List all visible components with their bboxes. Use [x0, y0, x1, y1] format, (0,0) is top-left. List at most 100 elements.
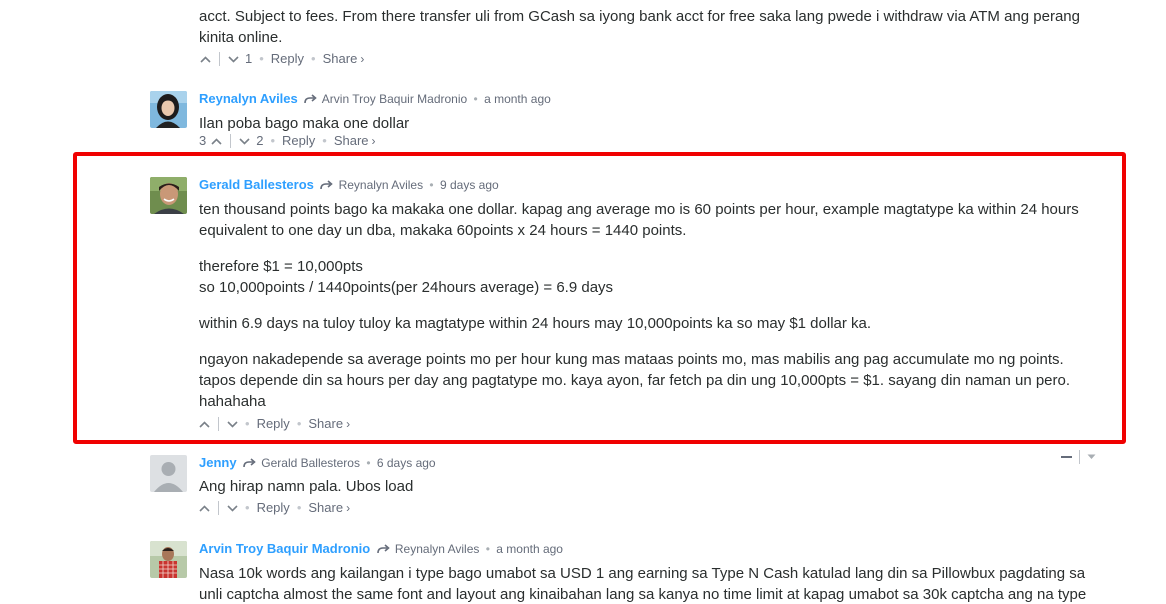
comment-message: Ilan poba bago maka one dollar — [199, 113, 1100, 134]
share-label: Share — [308, 416, 344, 431]
comment-header: Gerald Ballesteros Reynalyn Aviles • 9 d… — [199, 176, 1100, 194]
comment-paragraph: within 6.9 days na tuloy tuloy ka magtat… — [199, 315, 872, 332]
share-label: Share — [333, 133, 369, 148]
reply-link[interactable]: Reply — [257, 414, 290, 434]
comment-body: Gerald Ballesteros Reynalyn Aviles • 9 d… — [199, 176, 1100, 434]
share-label: Share — [322, 51, 358, 66]
comment-footer: 1 • Reply • Share › — [200, 49, 364, 69]
timestamp[interactable]: a month ago — [484, 92, 551, 106]
share-link[interactable]: Share › — [323, 49, 365, 69]
chevron-right-icon: › — [346, 417, 351, 431]
header-dot: • — [366, 456, 371, 470]
comment-text-line: acct. Subject to fees. From there transf… — [199, 8, 1080, 25]
footer-dot: • — [245, 416, 250, 431]
parent-author[interactable]: Reynalyn Aviles — [339, 178, 424, 192]
parent-author[interactable]: Gerald Ballesteros — [261, 456, 360, 470]
avatar[interactable] — [150, 91, 187, 128]
chevron-up-icon — [199, 420, 210, 428]
reply-arrow-icon — [304, 94, 317, 104]
comment-paragraph: Nasa 10k words ang kailangan i type bago… — [199, 565, 1087, 603]
upvote-button[interactable] — [199, 504, 210, 512]
parent-author[interactable]: Arvin Troy Baquir Madronio — [322, 92, 467, 106]
chevron-right-icon: › — [346, 501, 351, 515]
author-name[interactable]: Gerald Ballesteros — [199, 177, 314, 192]
downvote-button[interactable] — [227, 420, 238, 428]
menu-divider — [1079, 450, 1080, 464]
avatar[interactable] — [150, 177, 187, 214]
upvote-count: 3 — [199, 133, 207, 148]
chevron-down-icon — [227, 420, 238, 428]
comment-paragraph: Ilan poba bago maka one dollar — [199, 115, 410, 132]
author-name[interactable]: Jenny — [199, 455, 237, 470]
chevron-up-icon — [200, 55, 211, 63]
reply-arrow-icon — [320, 180, 333, 190]
comment-paragraph: therefore $1 = 10,000pts — [199, 258, 363, 275]
footer-dot: • — [322, 133, 327, 148]
chevron-up-icon — [199, 504, 210, 512]
avatar[interactable] — [150, 455, 187, 492]
comment-paragraph: so 10,000points / 1440points(per 24hours… — [199, 279, 614, 296]
vote-divider — [218, 501, 219, 515]
timestamp[interactable]: a month ago — [496, 542, 563, 556]
footer-dot: • — [296, 416, 302, 431]
comment-paragraph: Ang hirap namn pala. Ubos load — [199, 478, 414, 495]
downvote-button[interactable]: 1 — [228, 49, 252, 69]
reply-link[interactable]: Reply — [271, 49, 304, 69]
header-dot: • — [473, 92, 478, 106]
user-avatar-icon — [150, 541, 187, 578]
comment-message: ten thousand points bago ka makaka one d… — [199, 199, 1099, 412]
user-avatar-icon — [150, 177, 187, 214]
reply-arrow-icon — [376, 544, 390, 554]
chevron-down-icon — [227, 504, 238, 512]
comment-body: Jenny Gerald Ballesteros • 6 days ago An… — [199, 450, 1100, 518]
header-dot: • — [485, 542, 490, 556]
vote-divider — [218, 417, 219, 431]
comment-header: Reynalyn Aviles Arvin Troy Baquir Madron… — [199, 90, 1100, 108]
timestamp[interactable]: 9 days ago — [440, 178, 499, 192]
parent-author[interactable]: Reynalyn Aviles — [395, 542, 480, 556]
collapse-icon[interactable] — [1061, 456, 1072, 458]
comment-footer: • Reply • Share › — [199, 498, 1100, 518]
comment-text-line: kinita online. — [199, 29, 283, 46]
downvote-count: 2 — [256, 133, 264, 148]
comment-body: Arvin Troy Baquir Madronio Reynalyn Avil… — [199, 540, 1100, 604]
chevron-right-icon: › — [371, 134, 376, 148]
downvote-button[interactable]: 2 — [239, 133, 263, 149]
chevron-down-icon — [239, 137, 250, 145]
timestamp[interactable]: 6 days ago — [377, 456, 436, 470]
vote-divider — [230, 134, 232, 148]
vote-divider — [219, 52, 220, 66]
reply-link[interactable]: Reply — [282, 133, 315, 149]
reply-arrow-icon — [243, 458, 256, 468]
comment-text-continued: acct. Subject to fees. From there transf… — [199, 6, 1099, 48]
upvote-button[interactable]: 3 — [199, 133, 222, 149]
author-name[interactable]: Reynalyn Aviles — [199, 91, 298, 106]
comment-header: Jenny Gerald Ballesteros • 6 days ago — [199, 454, 1100, 472]
comment-paragraph: ten thousand points bago ka makaka one d… — [199, 201, 1079, 239]
comment-footer: • Reply • Share › — [199, 414, 1100, 434]
header-dot: • — [429, 178, 434, 192]
author-name[interactable]: Arvin Troy Baquir Madronio — [199, 541, 370, 556]
comment-paragraph: ngayon nakadepende sa average points mo … — [199, 351, 1071, 410]
footer-dot: • — [245, 500, 250, 515]
share-link[interactable]: Share › — [308, 414, 350, 434]
reply-link[interactable]: Reply — [257, 498, 290, 518]
comment-body: Reynalyn Aviles Arvin Troy Baquir Madron… — [199, 90, 1100, 149]
default-avatar-icon — [150, 455, 187, 492]
chevron-right-icon: › — [360, 52, 365, 66]
upvote-button[interactable] — [200, 55, 211, 63]
caret-down-icon[interactable] — [1087, 454, 1096, 460]
footer-dot: • — [296, 500, 302, 515]
share-link[interactable]: Share › — [334, 133, 376, 149]
chevron-up-icon — [211, 137, 222, 145]
avatar[interactable] — [150, 541, 187, 578]
downvote-count: 1 — [245, 51, 253, 66]
downvote-button[interactable] — [227, 504, 238, 512]
comment-footer: 3 2 • Reply • Share › — [199, 133, 1100, 149]
footer-dot: • — [270, 133, 276, 148]
comment-message: Nasa 10k words ang kailangan i type bago… — [199, 563, 1099, 604]
share-link[interactable]: Share › — [308, 498, 350, 518]
user-avatar-icon — [150, 91, 187, 128]
footer-dot: • — [259, 51, 264, 66]
upvote-button[interactable] — [199, 420, 210, 428]
